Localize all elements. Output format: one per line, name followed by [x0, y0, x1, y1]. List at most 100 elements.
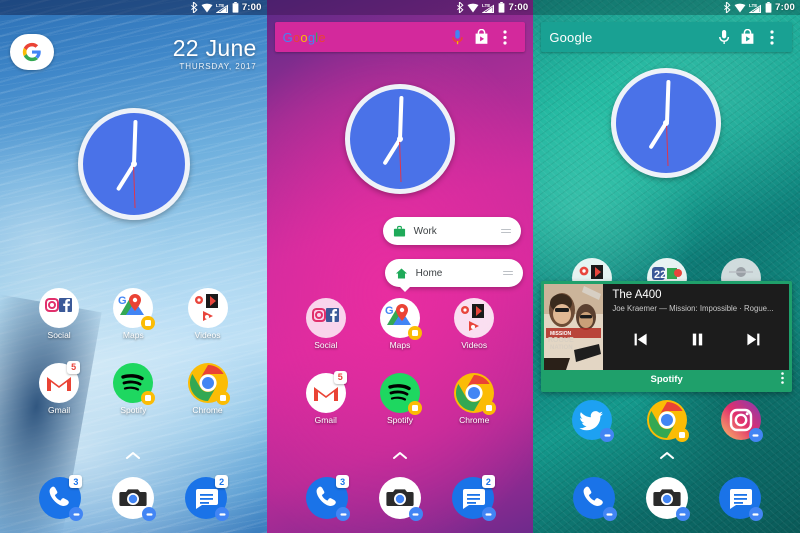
clock-center-pin: [396, 136, 403, 142]
dock-mini-badge: [408, 507, 423, 521]
app-drawer-handle[interactable]: [267, 447, 534, 465]
voice-search-button[interactable]: [712, 29, 736, 46]
app-drawer-handle[interactable]: [533, 447, 800, 465]
videos-folder-icon: [187, 288, 228, 328]
previous-track-button[interactable]: [632, 331, 649, 353]
app-icon-maps[interactable]: G Maps: [372, 298, 428, 350]
clock-face: [344, 84, 455, 194]
app-label: Spotify: [386, 414, 413, 425]
analog-clock-widget[interactable]: [611, 68, 722, 178]
clock-second-hand: [665, 122, 669, 166]
clock-minute-hand: [132, 119, 138, 165]
chrome-icon: [187, 362, 230, 405]
overflow-menu-icon: [781, 371, 784, 384]
play-store-button[interactable]: [469, 29, 493, 45]
app-label: Chrome: [459, 414, 490, 425]
analog-clock-widget[interactable]: [78, 108, 190, 220]
spotify-icon: [379, 372, 422, 415]
app-icon-instagram[interactable]: [720, 400, 763, 442]
app-icon-gmail[interactable]: 5 Gmail: [31, 360, 87, 415]
app-label: Gmail: [314, 414, 337, 425]
app-label: Maps: [389, 340, 411, 350]
shortcut-work[interactable]: Work: [382, 217, 521, 245]
app-icon-gmail[interactable]: 5 Gmail: [298, 370, 354, 425]
drag-handle-icon[interactable]: [502, 269, 513, 278]
app-label: Videos: [194, 330, 221, 340]
dock-badge: 2: [481, 475, 495, 488]
app-icon-social[interactable]: Social: [31, 288, 87, 340]
date-widget[interactable]: 22 June THURSDAY, 2017: [173, 36, 257, 71]
dock-icon-phone[interactable]: [572, 477, 617, 521]
chevron-up-icon: [392, 452, 407, 459]
overflow-menu-icon: [503, 29, 507, 45]
home-screen-panel-teal: LTE 7:00 Google 22 MISSION ROGUE NATION …: [533, 0, 800, 533]
google-search-bar[interactable]: Google: [541, 22, 792, 52]
overflow-menu-icon: [770, 29, 774, 45]
play-pause-button[interactable]: [689, 331, 706, 353]
search-bar-google-logo: Google: [282, 29, 326, 45]
dock-icon-camera[interactable]: [112, 477, 157, 521]
dock-icon-phone[interactable]: 3: [306, 475, 351, 521]
app-icon-spotify[interactable]: Spotify: [372, 372, 428, 425]
app-row: [533, 400, 800, 442]
dock-icon-phone[interactable]: 3: [39, 475, 84, 521]
dock-icon-messages[interactable]: [718, 477, 763, 521]
music-player-widget[interactable]: MISSION ROGUE NATION The A400 Joe Kraeme…: [541, 281, 792, 392]
dock-mini-badge: [336, 507, 351, 521]
app-mini-badge: [215, 390, 230, 405]
track-subtitle: Joe Kraemer — Mission: Impossible · Rogu…: [612, 305, 774, 314]
app-icon-chrome[interactable]: [646, 400, 689, 442]
skip-next-icon: [747, 333, 760, 346]
voice-search-button[interactable]: [445, 29, 469, 46]
app-icon-chrome[interactable]: Chrome: [180, 362, 236, 415]
google-maps-icon: G: [379, 298, 422, 340]
app-icon-videos[interactable]: Videos: [180, 288, 236, 340]
dock-icon-messages[interactable]: 2: [451, 475, 496, 521]
app-icon-spotify[interactable]: Spotify: [105, 362, 161, 415]
app-mini-badge: [141, 390, 156, 405]
app-label: Maps: [122, 330, 144, 340]
google-search-pill[interactable]: [10, 34, 54, 70]
app-row: Social G Maps Videos: [0, 288, 267, 340]
music-widget-body: The A400 Joe Kraemer — Mission: Impossib…: [603, 284, 789, 370]
next-track-button[interactable]: [745, 331, 762, 353]
google-search-bar[interactable]: Google: [274, 22, 526, 52]
app-grid: Social G Maps Videos 5 Gmail Spotify Chr…: [267, 298, 534, 424]
dock-badge: 3: [69, 475, 83, 488]
bluetooth-icon: [724, 2, 731, 13]
clock-face: [611, 68, 722, 178]
app-drawer-handle[interactable]: [0, 447, 267, 465]
drag-handle-icon[interactable]: [500, 227, 511, 236]
app-badge: 5: [333, 370, 347, 384]
svg-text:LTE: LTE: [216, 3, 224, 8]
app-icon-twitter[interactable]: [572, 400, 615, 442]
app-icon-chrome[interactable]: Chrome: [446, 372, 502, 425]
app-row: 5 Gmail Spotify Chrome: [267, 370, 534, 425]
dock-mini-badge: [748, 507, 763, 521]
videos-folder-icon: [454, 298, 495, 338]
microphone-icon: [452, 29, 463, 44]
app-icon-social[interactable]: Social: [298, 298, 354, 350]
dock-mini-badge: [675, 507, 690, 521]
search-overflow-button[interactable]: [760, 29, 784, 45]
briefcase-icon: [393, 225, 405, 237]
track-title: The A400: [612, 289, 662, 301]
app-mini-badge: [674, 428, 689, 442]
play-store-button[interactable]: [736, 29, 760, 45]
wifi-icon: [467, 3, 479, 12]
dock-icon-camera[interactable]: [645, 477, 690, 521]
dock-icon-messages[interactable]: 2: [185, 475, 230, 521]
shortcut-pointer: [398, 286, 411, 292]
search-overflow-button[interactable]: [493, 29, 517, 45]
shortcut-home[interactable]: Home: [384, 259, 523, 292]
dock-icon-camera[interactable]: [378, 477, 423, 521]
home-screen-panel-magenta: LTE 7:00 Google Work Home Social G Maps …: [266, 0, 534, 533]
dock-mini-badge: [481, 507, 496, 521]
analog-clock-widget[interactable]: [344, 84, 455, 194]
app-icon-videos[interactable]: Videos: [446, 298, 502, 350]
music-overflow-button[interactable]: [781, 371, 784, 389]
music-widget-main: MISSION ROGUE NATION The A400 Joe Kraeme…: [544, 284, 789, 370]
bluetooth-icon: [190, 2, 198, 13]
app-icon-maps[interactable]: G Maps: [105, 288, 161, 340]
svg-text:G: G: [385, 305, 394, 317]
